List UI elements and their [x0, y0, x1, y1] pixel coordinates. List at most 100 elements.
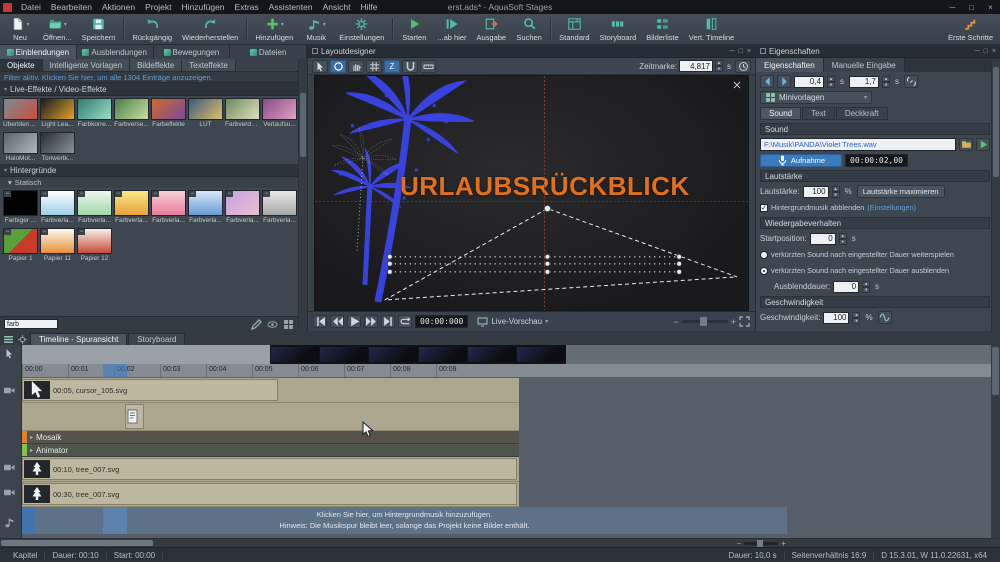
radio-fade[interactable] [760, 267, 768, 275]
panel-close-icon[interactable]: × [992, 48, 996, 55]
play-sound-button[interactable] [976, 138, 990, 151]
panel-close-icon[interactable]: × [747, 48, 751, 55]
background-thumbnail[interactable]: Farbverla... [225, 190, 260, 224]
panel-undock-icon[interactable]: ─ [730, 48, 735, 55]
background-music-track[interactable]: Klicken Sie hier, um Hintergrundmusik hi… [22, 507, 787, 534]
preview-canvas[interactable]: URLAUBSRÜCKBLICK [314, 75, 749, 311]
section-backgrounds[interactable]: ▾ Hintergründe [0, 164, 307, 177]
open-button[interactable]: ▾ Öffnen... [38, 14, 77, 44]
volume-field[interactable]: 100 [803, 186, 829, 198]
add-button[interactable]: ▾ Hinzufügen [250, 14, 298, 44]
go-start-button[interactable] [313, 315, 327, 328]
maximize-button[interactable]: □ [962, 0, 981, 14]
sound-file-input[interactable]: F:\Musik\PANDA\Violet Trees.wav [760, 138, 956, 151]
link-button[interactable] [904, 75, 918, 88]
fade-field[interactable]: 0 [833, 281, 859, 293]
menu-item[interactable]: Assistenten [264, 0, 318, 14]
media-pool-subtab[interactable]: Bildeffekte [130, 59, 182, 71]
duck-music-checkbox[interactable]: ✓ [760, 204, 768, 212]
duration-stepper[interactable]: ▲▼ [827, 76, 835, 88]
offset-stepper[interactable]: ▲▼ [882, 76, 890, 88]
effect-thumbnail[interactable]: Überblendu... [3, 98, 38, 128]
clock-button[interactable] [735, 60, 751, 73]
first-steps-button[interactable]: Erste Schritte [943, 14, 998, 44]
ruler-button[interactable] [420, 60, 436, 73]
background-thumbnail[interactable]: Farbverla... [40, 190, 75, 224]
go-end-button[interactable] [381, 315, 395, 328]
media-pool-tab[interactable]: Ausblendungen [77, 45, 154, 59]
search-button[interactable]: Suchen [511, 14, 547, 44]
duck-settings-link[interactable]: (Einstellungen) [867, 203, 916, 212]
track-row-2[interactable] [22, 403, 519, 431]
menu-item[interactable]: Bearbeiten [46, 0, 97, 14]
panel-maximize-icon[interactable]: □ [739, 48, 743, 55]
media-pool-subtab[interactable]: Intelligente Vorlagen [43, 59, 131, 71]
effect-thumbnail[interactable]: LUT [188, 98, 223, 128]
pan-tool-button[interactable] [348, 60, 364, 73]
timemark-field[interactable]: 4,817 [679, 60, 713, 72]
clip-small-object[interactable] [125, 404, 144, 429]
background-thumbnail[interactable]: Farbverla... [151, 190, 186, 224]
properties-tab[interactable]: Eigenschaften [756, 58, 824, 72]
step-forward-button[interactable] [364, 315, 378, 328]
media-pool-tab[interactable]: Einblendungen [0, 45, 77, 59]
properties-subtab[interactable]: Sound [760, 107, 801, 120]
background-thumbnail[interactable]: Farbverla... [77, 190, 112, 224]
filter-notice[interactable]: Filter aktiv. Klicken Sie hier, um alle … [0, 72, 307, 83]
rotate-tool-button[interactable] [330, 60, 346, 73]
section-live-effects[interactable]: ▾ Live-Effekte / Video-Effekte [0, 83, 307, 96]
clip-tree2[interactable]: 00:30, tree_007.svg [22, 483, 517, 505]
pencil-icon[interactable] [251, 319, 262, 330]
speed-curve-button[interactable] [878, 311, 892, 324]
menu-item[interactable]: Extras [230, 0, 264, 14]
timeline-zoom-slider[interactable] [744, 542, 778, 545]
background-thumbnail[interactable]: Farbiger ... [3, 190, 38, 224]
effect-thumbnail[interactable]: HaloMot... [3, 132, 38, 162]
properties-scrollbar[interactable] [991, 59, 1000, 331]
new-button[interactable]: ▾ Neu [2, 14, 38, 44]
select-tool-button[interactable] [312, 60, 328, 73]
close-button[interactable]: × [981, 0, 1000, 14]
tab-timeline-track-view[interactable]: Timeline - Spuransicht [30, 333, 127, 345]
clip-tree1[interactable]: 00:10, tree_007.svg [22, 458, 517, 480]
timeline-vertical-scrollbar[interactable] [991, 345, 1000, 538]
record-button[interactable]: Aufnahme [760, 154, 842, 167]
fit-view-icon[interactable] [739, 316, 750, 327]
preview-mode-select[interactable]: Live-Vorschau ▾ [477, 316, 548, 327]
media-pool-scrollbar[interactable] [298, 59, 307, 331]
music-button[interactable]: ▾ Musik [298, 14, 334, 44]
track-camera-icon[interactable] [4, 462, 15, 473]
media-pool-subtab[interactable]: Texteffekte [182, 59, 236, 71]
layout-storyboard-button[interactable]: Storyboard [595, 14, 642, 44]
track-row-1[interactable]: 00:05, cursor_105.svg [22, 378, 519, 403]
grid-button[interactable] [366, 60, 382, 73]
chapter-filmstrip[interactable] [22, 345, 991, 364]
track-camera-icon[interactable] [4, 487, 15, 498]
menu-item[interactable]: Hilfe [355, 0, 382, 14]
startpos-field[interactable]: 0 [810, 233, 836, 245]
snap-button[interactable] [402, 60, 418, 73]
track-header-animator[interactable]: ▸ Animator [22, 444, 519, 457]
menu-item[interactable]: Projekt [140, 0, 176, 14]
redo-button[interactable]: Wiederherstellen [177, 14, 243, 44]
duration-field[interactable]: 0,4 [794, 76, 824, 88]
menu-item[interactable]: Ansicht [318, 0, 356, 14]
zoom-slider[interactable] [682, 320, 728, 323]
radio-continue[interactable] [760, 251, 768, 259]
track-row-4[interactable]: 00:30, tree_007.svg [22, 482, 519, 507]
play-preview-button[interactable] [347, 315, 361, 328]
menu-item[interactable]: Datei [16, 0, 46, 14]
grid-view-icon[interactable] [283, 319, 294, 330]
zoom-in-icon[interactable]: + [731, 317, 736, 327]
save-button[interactable]: Speichern [77, 14, 121, 44]
effect-thumbnail[interactable]: Tonwertk... [40, 132, 75, 162]
start-button[interactable]: Starten [396, 14, 432, 44]
properties-subtab[interactable]: Text [802, 107, 835, 120]
step-back-button[interactable] [330, 315, 344, 328]
offset-field[interactable]: 1,7 [849, 76, 879, 88]
media-pool-tab[interactable]: Bewegungen [154, 45, 231, 59]
background-thumbnail[interactable]: Farbverla... [114, 190, 149, 224]
clip-cursor-svg[interactable]: 00:05, cursor_105.svg [22, 379, 278, 401]
timeline-settings-button[interactable] [16, 333, 29, 345]
settings-button[interactable]: Einstellungen [334, 14, 389, 44]
